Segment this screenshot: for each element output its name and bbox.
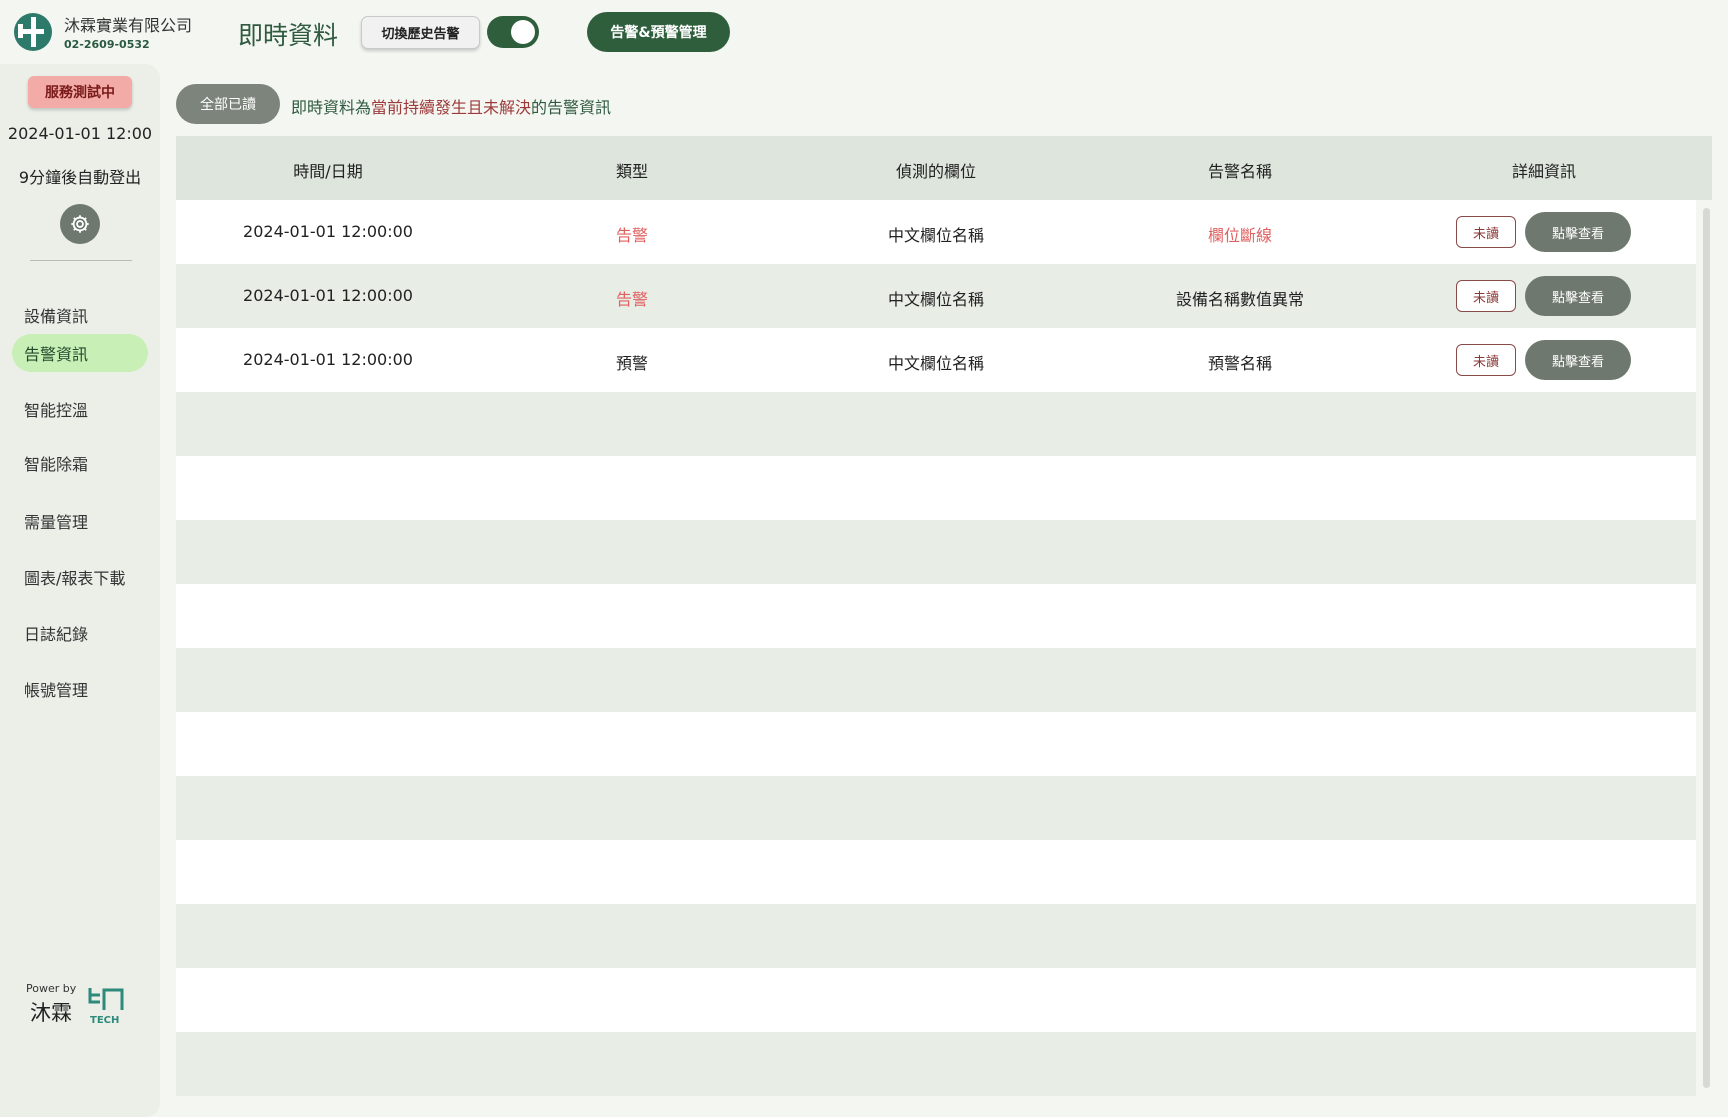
note-suffix: 的告警資訊 xyxy=(531,98,612,117)
empty-row xyxy=(176,648,1696,712)
cell-field: 中文欄位名稱 xyxy=(887,354,985,373)
column-header-field: 偵測的欄位 xyxy=(895,162,977,181)
status-badge: 服務測試中 xyxy=(28,76,132,108)
toggle-knob xyxy=(511,20,535,44)
view-details-button[interactable]: 點擊查看 xyxy=(1525,340,1631,380)
column-header-alarm-name: 告警名稱 xyxy=(1207,162,1273,181)
cell-datetime: 2024-01-01 12:00:00 xyxy=(243,350,413,369)
company-name: 沐霖實業有限公司 xyxy=(64,16,193,35)
empty-row xyxy=(176,520,1696,584)
sidebar-item-alarm-info[interactable]: 告警資訊 xyxy=(12,334,148,372)
cell-type: 告警 xyxy=(615,290,649,309)
mark-all-read-button[interactable]: 全部已讀 xyxy=(176,84,280,124)
company-logo-icon xyxy=(14,13,52,51)
cell-type: 告警 xyxy=(615,226,649,245)
alarm-table: 時間/日期 類型 偵測的欄位 告警名稱 詳細資訊 2024-01-01 12:0… xyxy=(176,136,1712,1101)
cell-datetime: 2024-01-01 12:00:00 xyxy=(243,286,413,305)
realtime-note: 即時資料為當前持續發生且未解決的告警資訊 xyxy=(291,94,611,118)
cell-datetime: 2024-01-01 12:00:00 xyxy=(243,222,413,241)
sidebar-item-device-info[interactable]: 設備資訊 xyxy=(12,296,148,334)
cell-field: 中文欄位名稱 xyxy=(887,290,985,309)
cell-alarm-name: 欄位斷線 xyxy=(1207,226,1273,245)
sidebar-item-logs[interactable]: 日誌紀錄 xyxy=(12,614,148,652)
tech-logo-icon: TECH xyxy=(88,986,128,1026)
cell-field: 中文欄位名稱 xyxy=(887,226,985,245)
empty-row xyxy=(176,904,1696,968)
cell-alarm-name: 預警名稱 xyxy=(1207,354,1273,373)
auto-logout-text: 9分鐘後自動登出 xyxy=(18,168,142,187)
unread-badge: 未讀 xyxy=(1456,216,1516,248)
sidebar-item-smart-temp[interactable]: 智能控溫 xyxy=(12,390,148,428)
sidebar-item-accounts[interactable]: 帳號管理 xyxy=(12,670,148,708)
sidebar-item-demand[interactable]: 需量管理 xyxy=(12,502,148,540)
view-details-button[interactable]: 點擊查看 xyxy=(1525,276,1631,316)
sidebar: 服務測試中 2024-01-01 12:00 9分鐘後自動登出 設備資訊 告警資… xyxy=(0,64,160,1117)
note-highlight: 當前持續發生且未解決 xyxy=(371,98,532,117)
table-header: 時間/日期 類型 偵測的欄位 告警名稱 詳細資訊 xyxy=(176,136,1712,200)
history-toggle-button[interactable]: 切換歷史告警 xyxy=(361,16,480,49)
column-header-type: 類型 xyxy=(615,162,649,181)
cell-type: 預警 xyxy=(615,354,649,373)
empty-row xyxy=(176,840,1696,904)
alarm-management-button[interactable]: 告警&預警管理 xyxy=(587,12,730,52)
sidebar-item-reports[interactable]: 圖表/報表下載 xyxy=(12,558,148,596)
settings-gear-icon[interactable] xyxy=(60,204,100,244)
top-header: 沐霖實業有限公司 02-2609-0532 即時資料 切換歷史告警 告警&預警管… xyxy=(0,0,1728,64)
table-row: 2024-01-01 12:00:00 告警 中文欄位名稱 欄位斷線 未讀 點擊… xyxy=(176,200,1696,264)
empty-row xyxy=(176,968,1696,1032)
unread-badge: 未讀 xyxy=(1456,344,1516,376)
empty-row xyxy=(176,712,1696,776)
brand-name: 沐霖 xyxy=(30,1001,72,1025)
empty-row xyxy=(176,584,1696,648)
view-details-button[interactable]: 點擊查看 xyxy=(1525,212,1631,252)
table-row: 2024-01-01 12:00:00 預警 中文欄位名稱 預警名稱 未讀 點擊… xyxy=(176,328,1696,392)
column-header-datetime: 時間/日期 xyxy=(293,162,363,181)
empty-row xyxy=(176,1032,1696,1096)
sidebar-divider xyxy=(30,260,132,261)
svg-text:TECH: TECH xyxy=(90,1015,119,1026)
note-prefix: 即時資料為 xyxy=(291,98,372,117)
empty-row xyxy=(176,776,1696,840)
cell-alarm-name: 設備名稱數值異常 xyxy=(1175,290,1305,309)
table-scrollbar[interactable] xyxy=(1703,208,1710,1088)
powered-by-text: Power by xyxy=(26,982,77,995)
column-header-details: 詳細資訊 xyxy=(1511,162,1577,181)
table-row: 2024-01-01 12:00:00 告警 中文欄位名稱 設備名稱數值異常 未… xyxy=(176,264,1696,328)
company-phone: 02-2609-0532 xyxy=(64,38,150,51)
empty-row xyxy=(176,392,1696,456)
unread-badge: 未讀 xyxy=(1456,280,1516,312)
sidebar-clock: 2024-01-01 12:00 xyxy=(7,124,153,143)
history-toggle-switch[interactable] xyxy=(487,16,539,48)
empty-row xyxy=(176,456,1696,520)
page-title: 即時資料 xyxy=(238,21,339,50)
sidebar-item-smart-defrost[interactable]: 智能除霜 xyxy=(12,444,148,482)
